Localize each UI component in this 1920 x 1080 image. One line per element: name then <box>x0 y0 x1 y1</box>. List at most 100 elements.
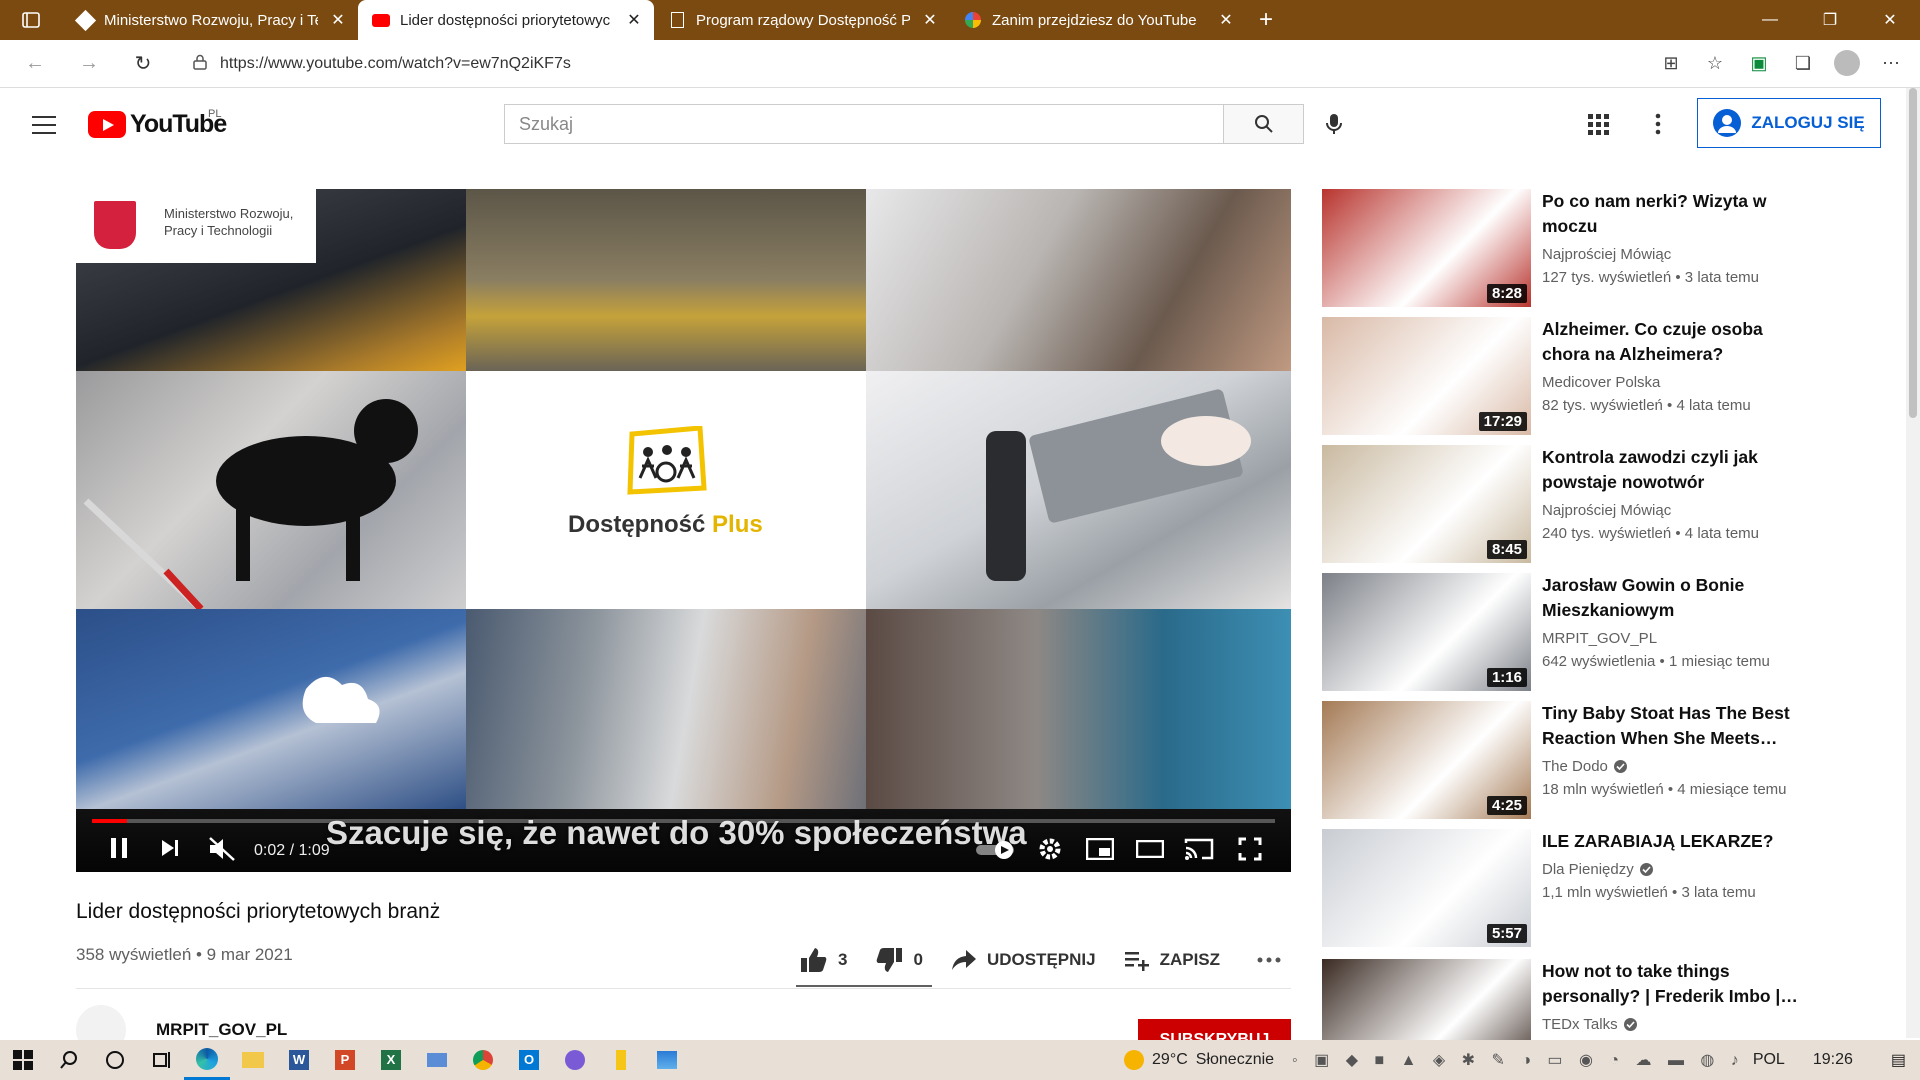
recommended-channel[interactable]: Dla Pieniędzy <box>1542 861 1634 878</box>
video-thumbnail[interactable]: 8:45 <box>1322 445 1531 563</box>
video-frame-braille <box>76 609 466 809</box>
tray-icons[interactable]: ◦ ▣ ◆ ■ ▲ ◈ ✱ ✎ ◑ ▭ ◉ ◔ ☁ ▬ ◍ ♪ <box>1292 1050 1745 1070</box>
close-tab-icon[interactable]: ✕ <box>1216 10 1236 30</box>
recommended-video[interactable]: 8:28 Po co nam nerki? Wizyta w moczu Najpr… <box>1322 189 1822 307</box>
weather-sun-icon[interactable] <box>1124 1050 1145 1070</box>
file-explorer-icon[interactable] <box>230 1040 276 1080</box>
collections-icon[interactable]: ❏ <box>1788 48 1818 78</box>
dislike-button[interactable]: 0 <box>875 947 923 973</box>
back-button[interactable]: ← <box>8 52 62 75</box>
theater-mode-icon[interactable] <box>1135 839 1165 863</box>
hamburger-menu-icon[interactable] <box>32 116 56 134</box>
autoplay-toggle-icon[interactable] <box>976 841 1016 864</box>
tab-title: Zanim przejdziesz do YouTube <box>992 11 1197 29</box>
browser-tab[interactable]: Lider dostępności priorytetowyc ✕ <box>358 0 654 40</box>
forward-button[interactable]: → <box>62 52 116 75</box>
search-taskbar-icon[interactable] <box>46 1040 92 1080</box>
recommended-channel[interactable]: Najprościej Mówiąc <box>1542 502 1671 519</box>
apps-grid-icon[interactable] <box>1588 114 1610 141</box>
video-thumbnail[interactable]: 5:57 <box>1322 829 1531 947</box>
microphone-icon[interactable] <box>1320 110 1348 138</box>
recommended-video[interactable]: 5:57 ILE ZARABIAJĄ LEKARZE? Dla Pieniędzy 1… <box>1322 829 1822 947</box>
save-button[interactable]: ZAPISZ <box>1124 949 1220 971</box>
recommended-title[interactable]: ILE ZARABIAJĄ LEKARZE? <box>1542 829 1802 854</box>
settings-gear-icon[interactable] <box>1038 837 1062 866</box>
recommended-channel[interactable]: Najprościej Mówiąc <box>1542 246 1671 263</box>
extension-icon[interactable]: ▣ <box>1744 48 1774 78</box>
page-scrollbar[interactable] <box>1906 88 1920 1038</box>
video-thumbnail[interactable]: 4:25 <box>1322 701 1531 819</box>
input-language[interactable]: POL <box>1753 1051 1785 1069</box>
windows-start-icon[interactable] <box>0 1040 46 1080</box>
word-icon[interactable]: W <box>276 1040 322 1080</box>
outlook-icon[interactable]: O <box>506 1040 552 1080</box>
recommended-title[interactable]: Tiny Baby Stoat Has The Best Reaction Wh… <box>1542 701 1802 751</box>
tab-actions-icon[interactable] <box>0 0 62 40</box>
maximize-button[interactable]: ❐ <box>1800 0 1860 40</box>
signin-button[interactable]: ZALOGUJ SIĘ <box>1697 98 1881 148</box>
pause-icon[interactable] <box>108 836 130 865</box>
cortana-icon[interactable] <box>92 1040 138 1080</box>
fullscreen-icon[interactable] <box>1238 837 1262 866</box>
excel-icon[interactable]: X <box>368 1040 414 1080</box>
profile-avatar[interactable] <box>1832 48 1862 78</box>
task-view-icon[interactable] <box>138 1040 184 1080</box>
section-divider <box>76 988 1291 989</box>
favorites-star-icon[interactable]: ☆ <box>1700 48 1730 78</box>
scrollbar-thumb[interactable] <box>1909 88 1917 418</box>
app-icon[interactable] <box>414 1040 460 1080</box>
browser-tab[interactable]: Zanim przejdziesz do YouTube ✕ <box>950 0 1246 40</box>
video-thumbnail[interactable]: 8:28 <box>1322 189 1531 307</box>
recommended-channel[interactable]: TEDx Talks <box>1542 1016 1618 1033</box>
video-player[interactable]: Dostępność Plus Ministerstwo Rozwoju, Pr… <box>76 189 1291 872</box>
like-button[interactable]: 3 <box>800 947 847 973</box>
reload-button[interactable]: ↻ <box>116 51 170 76</box>
channel-name[interactable]: MRPIT_GOV_PL <box>156 1020 287 1040</box>
app-icon-3[interactable] <box>598 1040 644 1080</box>
clock[interactable]: 19:26 <box>1813 1051 1853 1069</box>
search-button[interactable] <box>1224 104 1304 144</box>
close-tab-icon[interactable]: ✕ <box>920 10 940 30</box>
notifications-icon[interactable]: ▤ <box>1891 1050 1906 1070</box>
recommended-video[interactable]: 8:45 Kontrola zawodzi czyli jak powstaje … <box>1322 445 1822 563</box>
search-input[interactable]: Szukaj <box>504 104 1224 144</box>
share-button[interactable]: UDOSTĘPNIJ <box>951 949 1096 971</box>
video-duration: 8:28 <box>1486 284 1527 303</box>
apps-install-icon[interactable]: ⊞ <box>1656 48 1686 78</box>
url-field[interactable]: https://www.youtube.com/watch?v=ew7nQ2iK… <box>180 46 1670 82</box>
app-icon-2[interactable] <box>552 1040 598 1080</box>
recommended-video[interactable]: 4:25 Tiny Baby Stoat Has The Best Reactio… <box>1322 701 1822 819</box>
miniplayer-icon[interactable] <box>1085 837 1115 865</box>
photos-icon[interactable] <box>644 1040 690 1080</box>
powerpoint-icon[interactable]: P <box>322 1040 368 1080</box>
more-actions-icon[interactable] <box>1256 956 1282 964</box>
recommended-channel[interactable]: Medicover Polska <box>1542 374 1660 391</box>
next-icon[interactable] <box>160 839 180 862</box>
close-window-button[interactable]: ✕ <box>1860 0 1920 40</box>
edge-browser-icon[interactable] <box>184 1040 230 1080</box>
video-thumbnail[interactable]: 17:29 <box>1322 317 1531 435</box>
recommended-channel[interactable]: The Dodo <box>1542 758 1608 775</box>
new-tab-button[interactable]: + <box>1246 0 1286 40</box>
recommended-title[interactable]: How not to take things personally? | Fre… <box>1542 959 1802 1009</box>
cast-icon[interactable] <box>1184 837 1214 866</box>
recommended-title[interactable]: Po co nam nerki? Wizyta w moczu <box>1542 189 1802 239</box>
chrome-icon[interactable] <box>460 1040 506 1080</box>
recommended-channel[interactable]: MRPIT_GOV_PL <box>1542 630 1657 647</box>
minimize-button[interactable]: — <box>1740 0 1800 40</box>
close-tab-icon[interactable]: ✕ <box>624 10 644 30</box>
recommended-title[interactable]: Kontrola zawodzi czyli jak powstaje nowo… <box>1542 445 1802 495</box>
recommended-title[interactable]: Alzheimer. Co czuje osoba chora na Alzhe… <box>1542 317 1802 367</box>
browser-menu-icon[interactable]: ⋯ <box>1876 48 1906 78</box>
recommended-video[interactable]: 1:16 Jarosław Gowin o Bonie Mieszkaniowym… <box>1322 573 1822 691</box>
browser-tab[interactable]: Program rządowy Dostępność Pl ✕ <box>654 0 950 40</box>
progress-bar[interactable] <box>92 819 1275 823</box>
recommended-video[interactable]: 17:29 Alzheimer. Co czuje osoba chora na … <box>1322 317 1822 435</box>
video-thumbnail[interactable]: 1:16 <box>1322 573 1531 691</box>
more-options-icon[interactable] <box>1654 112 1662 141</box>
recommended-title[interactable]: Jarosław Gowin o Bonie Mieszkaniowym <box>1542 573 1802 623</box>
youtube-logo[interactable]: YouTube PL <box>88 108 227 139</box>
mute-icon[interactable] <box>208 836 236 867</box>
close-tab-icon[interactable]: ✕ <box>328 10 348 30</box>
browser-tab[interactable]: Ministerstwo Rozwoju, Pracy i Te ✕ <box>62 0 358 40</box>
